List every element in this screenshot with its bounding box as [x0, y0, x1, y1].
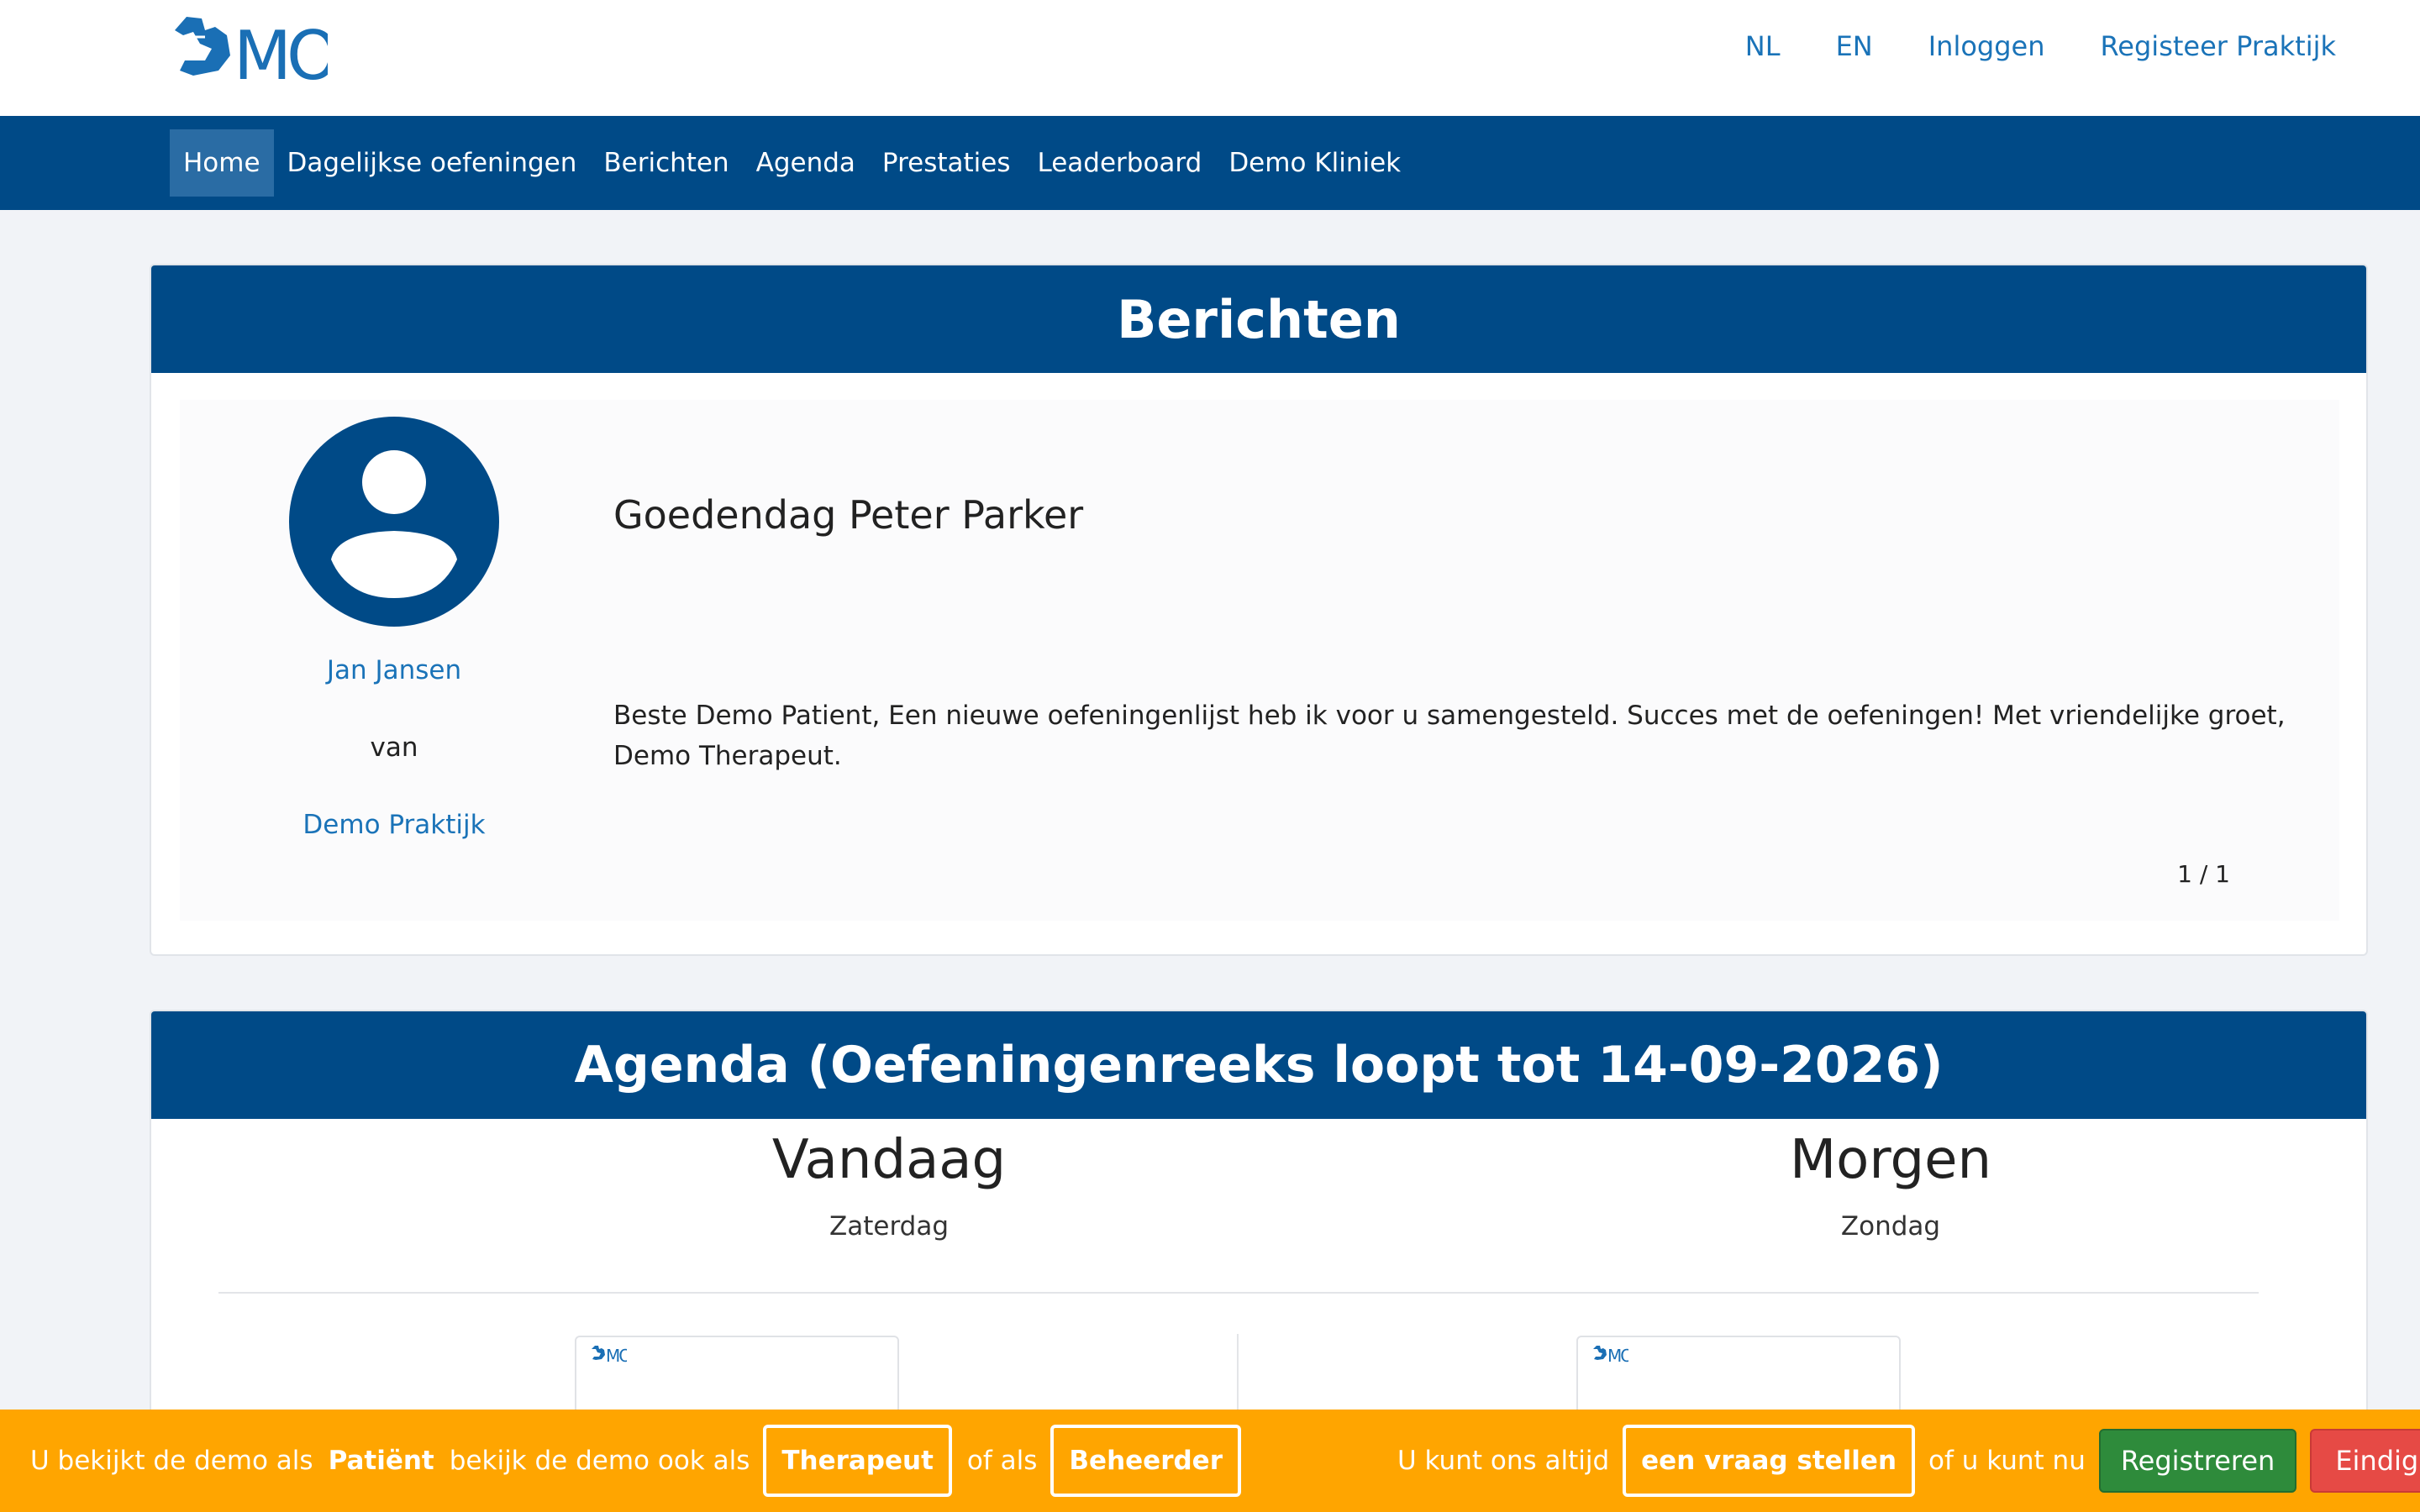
nav-item-messages[interactable]: Berichten — [590, 129, 742, 197]
nav-item-agenda[interactable]: Agenda — [743, 129, 869, 197]
message-item: Jan Jansen van Demo Praktijk Goedendag P… — [180, 400, 2339, 921]
nav-item-leaderboard[interactable]: Leaderboard — [1024, 129, 1216, 197]
demo-text-always: U kunt ons altijd — [1397, 1446, 1610, 1476]
main-nav: Home Dagelijkse oefeningen Berichten Age… — [0, 116, 2420, 210]
messages-header: Berichten — [151, 265, 2366, 373]
language-en-link[interactable]: EN — [1836, 30, 1873, 62]
agenda-today-title: Vandaag — [771, 1129, 1007, 1191]
sender-name-link[interactable]: Jan Jansen — [205, 655, 583, 685]
nav-item-achievements[interactable]: Prestaties — [869, 129, 1024, 197]
agenda-tomorrow: Morgen Zondag — [1639, 1129, 2143, 1242]
svg-text:MO: MO — [234, 17, 328, 89]
demo-text-viewing-as: U bekijkt de demo als — [30, 1446, 313, 1476]
demo-current-role: Patiënt — [328, 1446, 434, 1476]
demo-text-also-as: bekijk de demo ook als — [449, 1446, 750, 1476]
svg-text:MO: MO — [606, 1346, 627, 1364]
logo-icon[interactable]: MO — [168, 12, 328, 89]
message-subject: Goedendag Peter Parker — [613, 492, 1084, 538]
agenda-header: Agenda (Oefeningenreeks loopt tot 14-09-… — [151, 1011, 2366, 1119]
nav-item-demo-clinic[interactable]: Demo Kliniek — [1215, 129, 1414, 197]
top-header: MO NL EN Inloggen Registeer Praktijk — [0, 0, 2420, 116]
demo-therapist-button[interactable]: Therapeut — [763, 1425, 952, 1497]
agenda-tomorrow-title: Morgen — [1789, 1129, 1992, 1191]
top-nav: NL EN Inloggen Registeer Praktijk — [1745, 0, 2336, 92]
ask-question-button[interactable]: een vraag stellen — [1623, 1425, 1916, 1497]
message-pager: 1 / 1 — [2177, 860, 2230, 888]
logo-icon: MO — [1593, 1346, 1628, 1364]
sender-practice-link[interactable]: Demo Praktijk — [205, 810, 583, 840]
svg-text:MO: MO — [1607, 1346, 1628, 1364]
register-button[interactable]: Registreren — [2098, 1429, 2297, 1493]
demo-text-or-now: of u kunt nu — [1928, 1446, 2086, 1476]
demo-text-or-as: of als — [966, 1446, 1038, 1476]
agenda-today-day: Zaterdag — [829, 1211, 949, 1242]
end-demo-button[interactable]: Eindig Demo — [2310, 1429, 2420, 1493]
demo-bar: U bekijkt de demo als Patiënt bekijk de … — [0, 1410, 2420, 1512]
agenda-divider-line — [218, 1292, 2259, 1294]
agenda-today: Vandaag Zaterdag — [637, 1129, 1141, 1242]
demo-admin-button[interactable]: Beheerder — [1050, 1425, 1241, 1497]
register-practice-link[interactable]: Registeer Praktijk — [2101, 30, 2337, 62]
sender-from-label: van — [370, 732, 418, 763]
nav-item-home[interactable]: Home — [170, 129, 274, 197]
login-link[interactable]: Inloggen — [1928, 30, 2045, 62]
agenda-tomorrow-day: Zondag — [1840, 1211, 1941, 1242]
messages-card: Berichten Jan Jansen van Demo Praktijk G… — [150, 264, 2368, 956]
nav-item-daily-exercises[interactable]: Dagelijkse oefeningen — [274, 129, 591, 197]
logo-icon: MO — [592, 1346, 627, 1364]
message-body: Beste Demo Patient, Een nieuwe oefeninge… — [613, 701, 2286, 771]
language-nl-link[interactable]: NL — [1745, 30, 1781, 62]
user-avatar-icon — [289, 417, 499, 627]
